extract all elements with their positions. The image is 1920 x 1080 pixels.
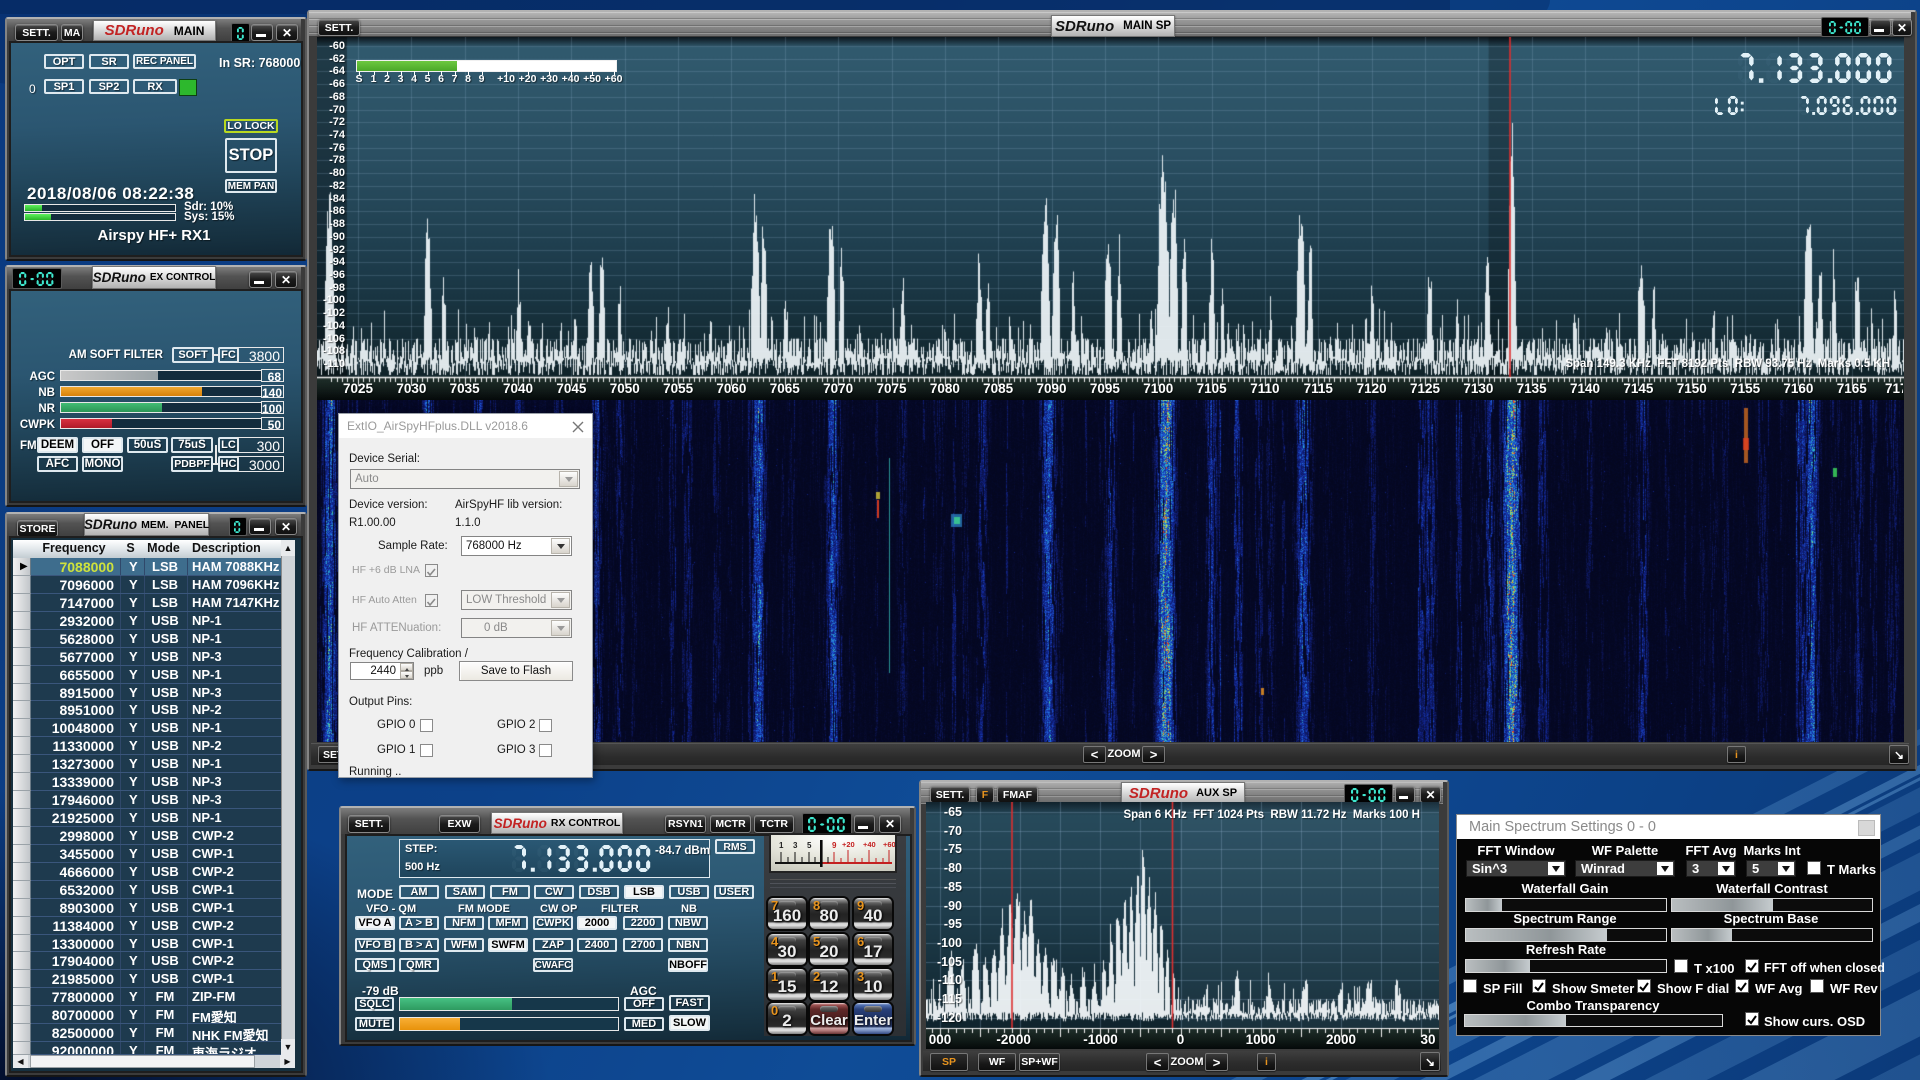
svg-text:5: 5 — [807, 841, 812, 850]
svg-text:+40: +40 — [863, 840, 876, 849]
svg-text:3: 3 — [793, 841, 798, 850]
svg-text:9: 9 — [832, 841, 837, 850]
svg-text:+20: +20 — [842, 840, 855, 849]
svg-text:+60: +60 — [883, 840, 895, 849]
svg-text:1: 1 — [779, 841, 784, 850]
